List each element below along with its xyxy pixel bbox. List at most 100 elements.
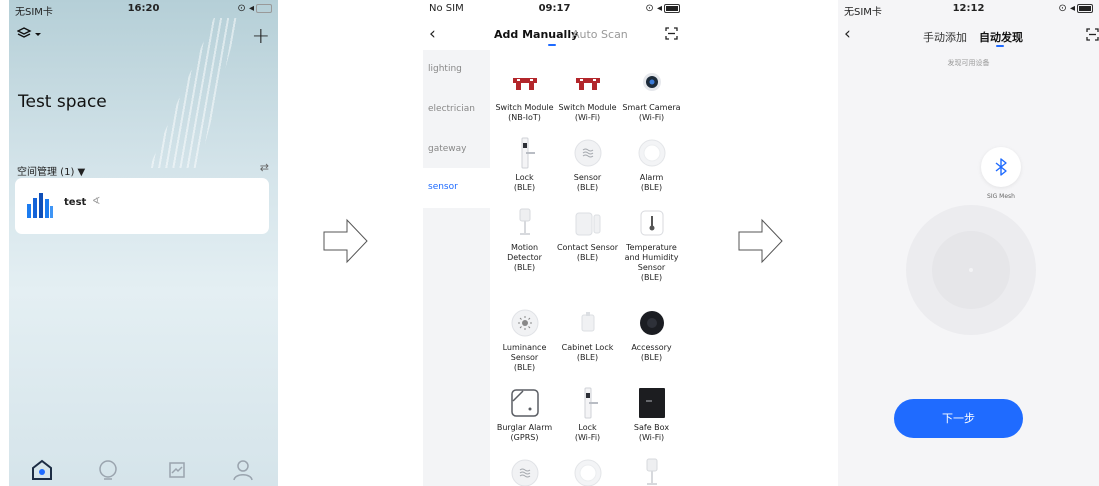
alarm-icon bbox=[636, 137, 668, 169]
device-label: Temperature bbox=[626, 243, 677, 252]
add-button[interactable]: + bbox=[252, 24, 270, 49]
device-item[interactable]: Cabinet Lock (BLE) bbox=[556, 307, 619, 363]
lock-icon bbox=[509, 137, 541, 169]
sensor-icon bbox=[572, 137, 604, 169]
device-item[interactable]: Luminance Sensor (BLE) bbox=[493, 307, 556, 373]
switch-module-icon bbox=[509, 67, 541, 99]
battery-icon: ⊙ ◂ bbox=[1058, 3, 1093, 14]
device-label: (BLE) bbox=[513, 263, 536, 272]
device-item[interactable]: Lock (BLE) bbox=[493, 137, 556, 193]
sensor-icon bbox=[509, 457, 541, 486]
device-item[interactable]: Temperature and Humidity Sensor (BLE) bbox=[620, 207, 683, 283]
device-label: Lock bbox=[515, 173, 534, 182]
home-tab-icon[interactable] bbox=[30, 458, 54, 482]
space-management-dropdown[interactable]: 空间管理 (1) ▼ bbox=[17, 163, 85, 178]
arrow-right-icon bbox=[738, 218, 783, 264]
burglar-alarm-icon bbox=[509, 387, 541, 419]
back-button[interactable]: ‹ bbox=[429, 24, 436, 44]
device-label: Smart Camera bbox=[622, 103, 681, 112]
device-item[interactable]: Contact Sensor (BLE) bbox=[556, 207, 619, 263]
device-label: (Wi-Fi) bbox=[574, 113, 601, 122]
device-item[interactable]: Switch Module (NB-IoT) bbox=[493, 67, 556, 123]
tab-auto-discover[interactable]: 自动发现 bbox=[979, 29, 1023, 45]
category-electrician[interactable]: electrician bbox=[423, 90, 490, 130]
device-item[interactable]: Alarm (BLE) bbox=[620, 137, 683, 193]
space-title: Test space bbox=[18, 92, 107, 112]
background-art bbox=[149, 18, 239, 168]
scene-tab-icon[interactable] bbox=[96, 458, 120, 482]
device-item[interactable]: Lock (Wi-Fi) bbox=[556, 387, 619, 443]
tab-add-manually[interactable]: Add Manually bbox=[494, 28, 578, 41]
scanning-radar bbox=[906, 205, 1036, 335]
device-label: Safe Box bbox=[633, 423, 670, 432]
device-label: Accessory bbox=[631, 343, 672, 352]
device-label: (Wi-Fi) bbox=[638, 433, 665, 442]
device-label: Sensor bbox=[573, 173, 602, 182]
device-label: (BLE) bbox=[640, 183, 663, 192]
device-item[interactable] bbox=[620, 457, 683, 486]
layers-switch-button[interactable] bbox=[16, 27, 43, 45]
device-item[interactable]: Burglar Alarm (GPRS) bbox=[493, 387, 556, 443]
switch-module-icon bbox=[572, 67, 604, 99]
category-sidebar: lighting electrician gateway sensor bbox=[423, 50, 490, 486]
device-label: Luminance bbox=[502, 343, 547, 352]
status-bar: 无SIM卡 16:20 ⊙ ◂ bbox=[9, 0, 278, 20]
device-label: Sensor bbox=[637, 263, 666, 272]
category-sensor[interactable]: sensor bbox=[423, 168, 490, 208]
device-item[interactable]: Smart Camera (Wi-Fi) bbox=[620, 67, 683, 123]
safe-box-icon bbox=[636, 387, 668, 419]
device-item[interactable]: Safe Box (Wi-Fi) bbox=[620, 387, 683, 443]
device-label: (BLE) bbox=[576, 353, 599, 362]
tab-auto-scan[interactable]: Auto Scan bbox=[572, 28, 628, 41]
device-item[interactable] bbox=[556, 457, 619, 486]
bluetooth-icon bbox=[995, 158, 1007, 176]
device-label: Alarm bbox=[639, 173, 664, 182]
device-grid: Switch Module (NB-IoT) Switch Module (Wi-Fi… bbox=[490, 50, 686, 486]
discovered-device[interactable] bbox=[981, 147, 1021, 187]
device-label: Switch Module bbox=[495, 103, 554, 112]
device-label: Motion Detector bbox=[507, 243, 542, 262]
profile-tab-icon[interactable] bbox=[231, 458, 255, 482]
cabinet-lock-icon bbox=[572, 307, 604, 339]
alarm-icon bbox=[572, 457, 604, 486]
battery-icon: ⊙ ◂ bbox=[237, 3, 272, 14]
stats-tab-icon[interactable] bbox=[165, 458, 189, 482]
device-label: (NB-IoT) bbox=[508, 113, 541, 122]
next-button[interactable]: 下一步 bbox=[894, 399, 1023, 438]
battery-icon: ⊙ ◂ bbox=[645, 3, 680, 14]
device-item[interactable]: Motion Detector (BLE) bbox=[493, 207, 556, 273]
category-lighting[interactable]: lighting bbox=[423, 50, 490, 90]
thermometer-icon bbox=[636, 207, 668, 239]
device-label: Burglar Alarm bbox=[496, 423, 553, 432]
motion-detector-icon bbox=[509, 207, 541, 239]
device-item[interactable] bbox=[493, 457, 556, 486]
camera-icon bbox=[636, 67, 668, 99]
discover-subtitle: 发现可用设备 bbox=[947, 59, 990, 67]
device-item[interactable]: Sensor (BLE) bbox=[556, 137, 619, 193]
scan-icon[interactable] bbox=[1086, 28, 1099, 41]
back-button[interactable]: ‹ bbox=[844, 24, 851, 44]
device-item[interactable]: Switch Module (Wi-Fi) bbox=[556, 67, 619, 123]
device-label: (BLE) bbox=[576, 253, 599, 262]
home-name: test bbox=[64, 197, 87, 208]
tab-manual-add[interactable]: 手动添加 bbox=[923, 29, 967, 45]
device-label: (BLE) bbox=[576, 183, 599, 192]
device-label: Contact Sensor bbox=[556, 243, 619, 252]
location-icon: ∢ bbox=[92, 196, 101, 207]
device-label: (GPRS) bbox=[510, 433, 539, 442]
add-device-screen: No SIM 09:17 ⊙ ◂ ‹ Add Manually Auto Sca… bbox=[423, 0, 686, 486]
layers-icon bbox=[16, 27, 41, 38]
device-label: (BLE) bbox=[513, 363, 536, 372]
filter-icon[interactable]: ⇄ bbox=[260, 161, 269, 174]
home-card[interactable]: test ∢ bbox=[15, 178, 269, 234]
motion-detector-icon bbox=[636, 457, 668, 486]
device-label: (BLE) bbox=[640, 273, 663, 282]
category-gateway[interactable]: gateway bbox=[423, 130, 490, 170]
device-item[interactable]: Accessory (BLE) bbox=[620, 307, 683, 363]
building-icon bbox=[27, 193, 53, 218]
scan-icon[interactable] bbox=[665, 27, 678, 40]
status-bar: 无SIM卡 12:12 ⊙ ◂ bbox=[838, 0, 1099, 20]
active-tab-indicator bbox=[996, 45, 1004, 47]
luminance-sensor-icon bbox=[509, 307, 541, 339]
home-screen: 无SIM卡 16:20 ⊙ ◂ + Test space 空间管理 (1) ▼ … bbox=[9, 0, 278, 486]
